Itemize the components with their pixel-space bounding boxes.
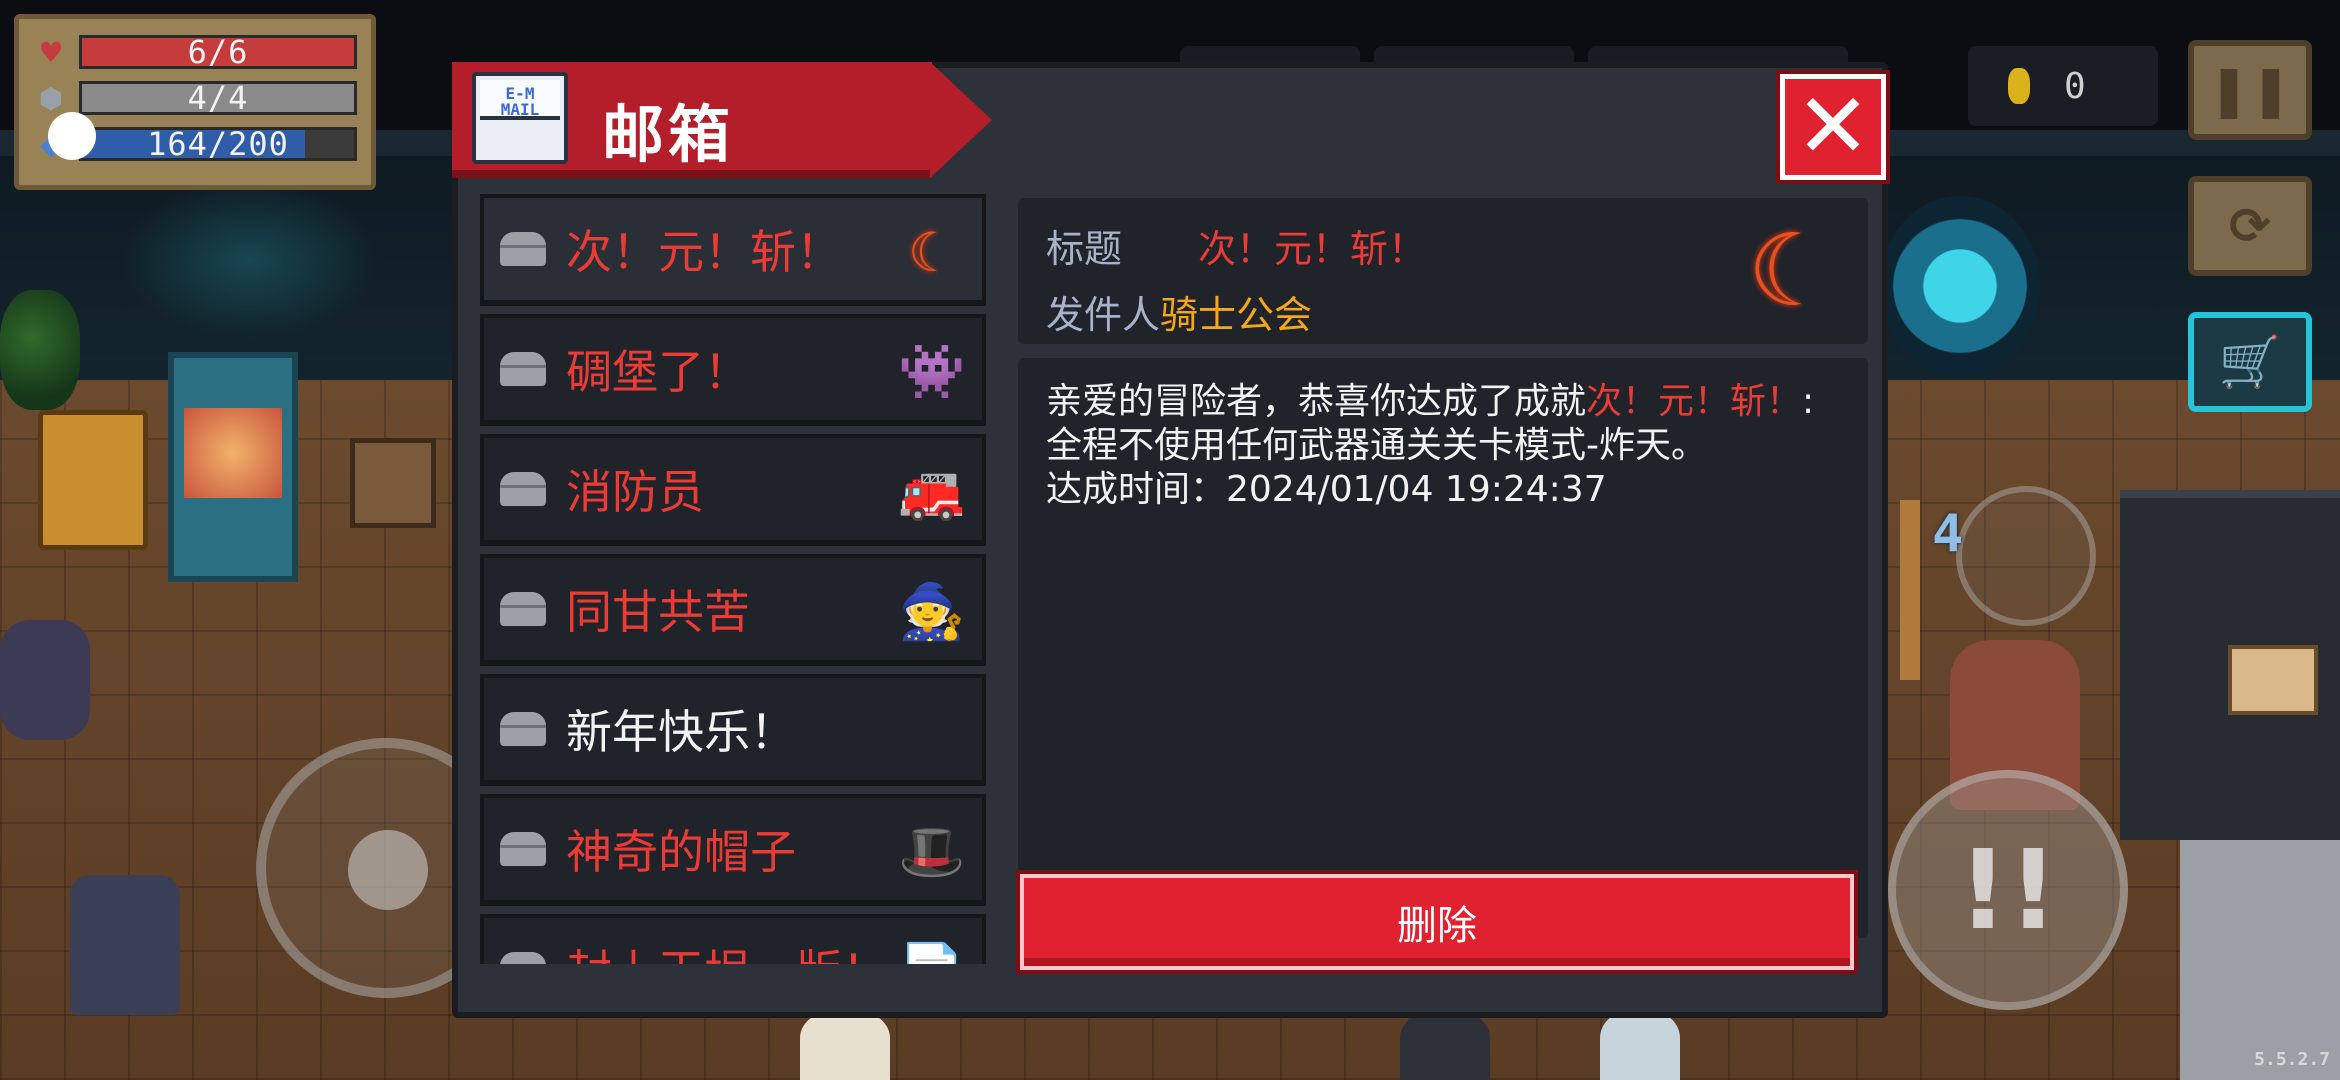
version-label: 5.5.2.7: [2254, 1049, 2330, 1070]
magic-hat-icon: 🎩: [898, 820, 966, 883]
mail-sender: 骑士公会: [1160, 293, 1313, 337]
mail-achieved-time: 达成时间：2024/01/04 19:24:37: [1046, 469, 1607, 510]
mail-body-achievement: 次！元！斩！: [1586, 381, 1803, 422]
coin-count: 0: [2064, 65, 2086, 107]
certificate-frame: [2228, 645, 2318, 715]
mail-body-prefix: 亲爱的冒险者，恭喜你达成了成就: [1046, 381, 1587, 422]
weapon-rack: [1900, 500, 1920, 680]
touch-indicator: [48, 112, 96, 160]
crescent-blade-icon: ☾: [907, 220, 957, 284]
mail-item[interactable]: 封上王埕一版！📄: [480, 914, 986, 964]
mail-item-title: 新年快乐！: [566, 705, 796, 759]
opened-envelope-icon: [500, 952, 546, 964]
bottom-npc-3: [1600, 1010, 1680, 1080]
side-room-floor: [2180, 840, 2340, 1080]
document-icon: 📄: [894, 934, 970, 964]
opened-envelope-icon: [500, 472, 546, 506]
opened-envelope-icon: [500, 832, 546, 866]
armor-value: 4/4: [187, 79, 249, 117]
envelope-flap: E-M MAIL: [480, 80, 560, 120]
purple-ghost-icon: 👾: [898, 340, 966, 403]
mail-detail-header: 标题 次！元！斩！ 发件人 骑士公会 ☾: [1018, 198, 1868, 344]
potted-plant: [0, 290, 80, 410]
delete-button[interactable]: 删除: [1020, 874, 1854, 970]
wall-light: [120, 180, 380, 340]
mailbox-header: E-M MAIL 邮箱: [452, 62, 992, 178]
mailbox-dialog: E-M MAIL 邮箱 ✕ 次！元！斩！ ☾ 碉堡了！ 👾 消防员 🚒 同甘共苦 🧙 新年快乐！…: [452, 62, 1888, 1018]
fire-hose-icon: 🚒: [898, 460, 966, 523]
envelope-label: E-M MAIL: [500, 84, 540, 119]
skill-count: 4: [1932, 504, 1964, 564]
energy-bar: 164/200: [79, 127, 357, 161]
mail-subject: 次！元！斩！: [1198, 227, 1427, 271]
mail-body: 亲爱的冒险者，恭喜你达成了成就次！元！斩！:全程不使用任何武器通关关卡模式-炸天…: [1018, 358, 1868, 938]
opened-envelope-icon: [500, 232, 546, 266]
title-label: 标题: [1046, 227, 1123, 271]
opened-envelope-icon: [500, 712, 546, 746]
mail-envelope-icon: E-M MAIL: [472, 72, 568, 164]
mail-item[interactable]: 同甘共苦 🧙: [480, 554, 986, 666]
robot-npc: [38, 410, 148, 550]
player-stats-panel: ♥ 6/6 ⬢ 4/4 ◆ 164/200: [14, 14, 376, 190]
player-character: [70, 875, 180, 1015]
shop-button[interactable]: 🛒: [2188, 312, 2312, 412]
portal: [1880, 196, 2040, 376]
switch-weapon-button[interactable]: ⟳: [2188, 176, 2312, 276]
mail-item[interactable]: 消防员 🚒: [480, 434, 986, 546]
sender-label: 发件人: [1046, 293, 1161, 337]
crescent-blade-icon: ☾: [1747, 211, 1837, 329]
header-banner-tip: [930, 62, 992, 178]
coin-icon: [2008, 68, 2030, 104]
joystick-knob[interactable]: [348, 830, 428, 910]
pause-button[interactable]: ❚❚: [2188, 40, 2312, 140]
companions-icon: 🧙: [898, 580, 966, 643]
energy-value: 164/200: [147, 125, 289, 163]
armor-bar: 4/4: [79, 81, 357, 115]
opened-envelope-icon: [500, 592, 546, 626]
coin-counter: 0: [1968, 46, 2158, 126]
opened-envelope-icon: [500, 352, 546, 386]
bottom-npc-2: [1400, 1010, 1490, 1080]
heart-icon: ♥: [38, 35, 64, 69]
health-value: 6/6: [187, 33, 249, 71]
close-icon: ✕: [1795, 74, 1871, 179]
delete-label: 删除: [1397, 903, 1477, 949]
armor-row: ⬢ 4/4: [33, 77, 357, 119]
mailbox-title: 邮箱: [602, 98, 735, 171]
health-bar: 6/6: [79, 35, 357, 69]
close-button[interactable]: ✕: [1780, 74, 1886, 180]
swap-icon: ⟳: [2229, 197, 2271, 255]
mail-item[interactable]: 碉堡了！ 👾: [480, 314, 986, 426]
pause-icon: ❚❚: [2208, 61, 2292, 119]
cart-icon: 🛒: [2218, 332, 2282, 391]
horned-npc: [0, 620, 90, 740]
attack-button[interactable]: !!: [1888, 770, 2128, 1010]
gacha-machine: [168, 352, 298, 582]
treasure-chest: [350, 438, 436, 528]
bottom-npc-1: [800, 1010, 890, 1080]
mail-item[interactable]: 次！元！斩！ ☾: [480, 194, 986, 306]
health-row: ♥ 6/6: [33, 31, 357, 73]
mail-item[interactable]: 神奇的帽子 🎩: [480, 794, 986, 906]
mail-list[interactable]: 次！元！斩！☾碉堡了！👾消防员🚒同甘共苦🧙 新年快乐！ 神奇的帽子🎩 封上王埕一版！📄: [480, 194, 990, 964]
shield-icon: ⬢: [38, 81, 64, 115]
mail-item[interactable]: 新年快乐！: [480, 674, 986, 786]
weapon-slot-button[interactable]: [1956, 486, 2096, 626]
attack-icon: !!: [1957, 826, 2059, 954]
